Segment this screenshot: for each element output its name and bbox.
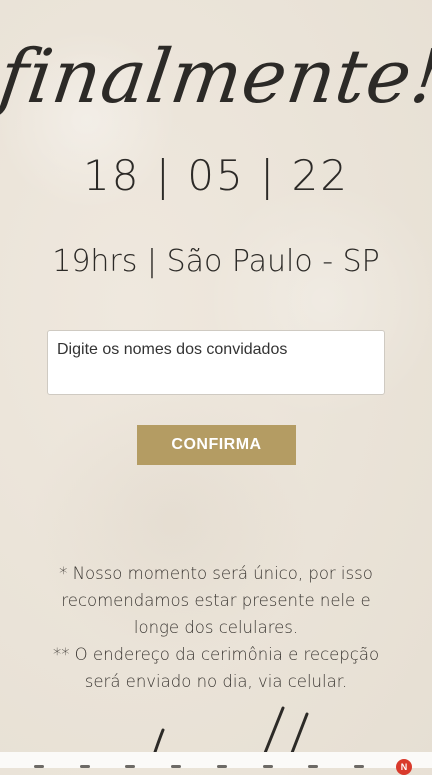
event-date: 18 | 05 | 22	[82, 151, 350, 200]
notes: * Nosso momento será único, por isso rec…	[40, 560, 392, 695]
confirm-button[interactable]: CONFIRMA	[137, 425, 296, 465]
page-title: finalmente!	[0, 34, 432, 120]
signature-flourish	[151, 706, 309, 760]
guest-names-field[interactable]: Digite os nomes dos convidados	[47, 330, 385, 395]
bottom-banner-text-fragment	[34, 762, 364, 768]
notification-badge-icon[interactable]: N	[396, 759, 412, 775]
event-time-location: 19hrs | São Paulo - SP	[52, 244, 380, 279]
note-address: ** O endereço da cerimônia e recepção se…	[52, 645, 380, 691]
note-phone-free: * Nosso momento será único, por isso rec…	[59, 564, 373, 637]
